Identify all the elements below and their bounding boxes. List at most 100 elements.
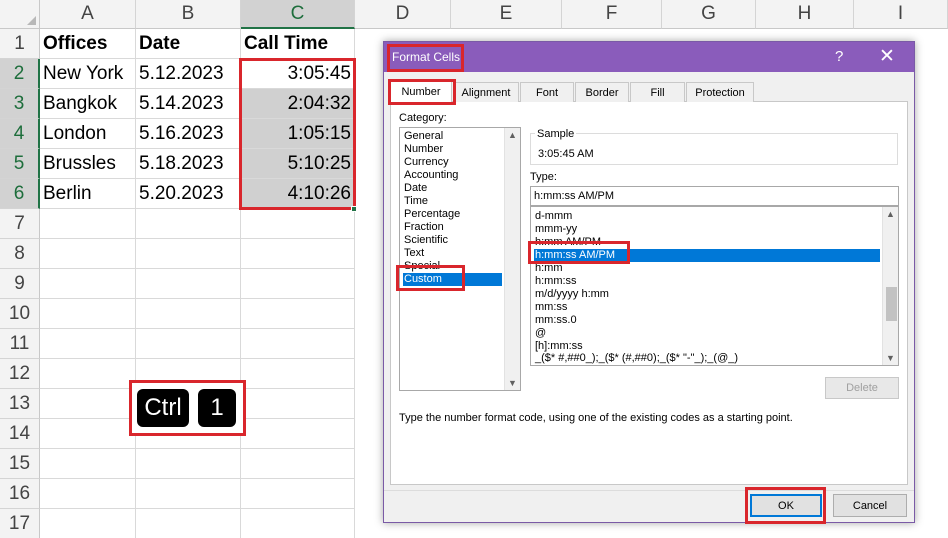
cell-c5[interactable]: 5:10:25	[241, 149, 355, 179]
cell-c6[interactable]: 4:10:26	[241, 179, 355, 209]
category-item-scientific[interactable]: Scientific	[403, 234, 449, 247]
cell-empty[interactable]	[241, 479, 355, 509]
cell-empty[interactable]	[241, 419, 355, 449]
row-header-9[interactable]: 9	[0, 269, 40, 299]
category-item-custom[interactable]: Custom	[403, 273, 502, 286]
cell-empty[interactable]	[40, 449, 136, 479]
select-all-corner[interactable]	[0, 0, 40, 29]
row-header-15[interactable]: 15	[0, 449, 40, 479]
cell-a3[interactable]: Bangkok	[40, 89, 136, 119]
cell-empty[interactable]	[241, 209, 355, 239]
cell-empty[interactable]	[136, 329, 241, 359]
type-item[interactable]: h:mm AM/PM	[534, 236, 602, 249]
cell-a2[interactable]: New York	[40, 59, 136, 89]
category-item-fraction[interactable]: Fraction	[403, 221, 445, 234]
row-header-8[interactable]: 8	[0, 239, 40, 269]
type-item[interactable]: mm:ss	[534, 301, 568, 314]
row-header-16[interactable]: 16	[0, 479, 40, 509]
cell-c3[interactable]: 2:04:32	[241, 89, 355, 119]
cell-empty[interactable]	[136, 269, 241, 299]
cell-b5[interactable]: 5.18.2023	[136, 149, 241, 179]
tab-number[interactable]: Number	[390, 80, 452, 103]
cell-c1[interactable]: Call Time	[241, 29, 355, 59]
row-header-12[interactable]: 12	[0, 359, 40, 389]
cell-empty[interactable]	[40, 389, 136, 419]
cell-empty[interactable]	[241, 239, 355, 269]
cell-empty[interactable]	[136, 479, 241, 509]
cell-empty[interactable]	[136, 299, 241, 329]
row-header-2[interactable]: 2	[0, 59, 40, 89]
column-header-b[interactable]: B	[136, 0, 241, 29]
tab-font[interactable]: Font	[520, 82, 574, 102]
cell-c2[interactable]: 3:05:45	[241, 59, 355, 89]
row-header-11[interactable]: 11	[0, 329, 40, 359]
type-item[interactable]: _($* #,##0_);_($* (#,##0);_($* "-"_);_(@…	[534, 352, 739, 365]
category-item-time[interactable]: Time	[403, 195, 429, 208]
row-header-3[interactable]: 3	[0, 89, 40, 119]
cell-empty[interactable]	[241, 329, 355, 359]
cell-b1[interactable]: Date	[136, 29, 241, 59]
type-item[interactable]: h:mm:ss	[534, 275, 578, 288]
scroll-thumb[interactable]	[886, 287, 897, 321]
column-header-h[interactable]: H	[756, 0, 854, 29]
column-header-e[interactable]: E	[451, 0, 562, 29]
dialog-titlebar[interactable]: Format Cells ? ✕	[384, 42, 914, 72]
cell-a6[interactable]: Berlin	[40, 179, 136, 209]
category-list[interactable]: General Number Currency Accounting Date …	[399, 127, 521, 391]
cell-empty[interactable]	[40, 269, 136, 299]
cell-empty[interactable]	[40, 359, 136, 389]
category-item-percentage[interactable]: Percentage	[403, 208, 461, 221]
cell-empty[interactable]	[40, 299, 136, 329]
tab-border[interactable]: Border	[575, 82, 629, 102]
cell-empty[interactable]	[136, 239, 241, 269]
cell-empty[interactable]	[40, 209, 136, 239]
scroll-down-arrow-icon[interactable]: ▼	[883, 351, 898, 365]
row-header-14[interactable]: 14	[0, 419, 40, 449]
cell-a1[interactable]: Offices	[40, 29, 136, 59]
close-icon[interactable]: ✕	[879, 45, 895, 68]
type-scrollbar[interactable]: ▲ ▼	[882, 207, 898, 365]
category-item-number[interactable]: Number	[403, 143, 444, 156]
tab-alignment[interactable]: Alignment	[453, 82, 519, 102]
type-input[interactable]: h:mm:ss AM/PM	[530, 186, 899, 206]
ok-button[interactable]: OK	[750, 494, 822, 517]
cell-empty[interactable]	[40, 329, 136, 359]
cell-empty[interactable]	[241, 299, 355, 329]
column-header-g[interactable]: G	[662, 0, 756, 29]
category-item-special[interactable]: Special	[403, 260, 441, 273]
cell-empty[interactable]	[241, 449, 355, 479]
scroll-up-arrow-icon[interactable]: ▲	[505, 128, 520, 142]
cell-a4[interactable]: London	[40, 119, 136, 149]
delete-button[interactable]: Delete	[825, 377, 899, 399]
cell-b2[interactable]: 5.12.2023	[136, 59, 241, 89]
column-header-c[interactable]: C	[241, 0, 355, 29]
category-scrollbar[interactable]: ▲ ▼	[504, 128, 520, 390]
cell-empty[interactable]	[241, 389, 355, 419]
row-header-17[interactable]: 17	[0, 509, 40, 538]
category-item-general[interactable]: General	[403, 130, 444, 143]
cell-empty[interactable]	[40, 479, 136, 509]
type-item[interactable]: m/d/yyyy h:mm	[534, 288, 610, 301]
category-item-currency[interactable]: Currency	[403, 156, 450, 169]
category-item-accounting[interactable]: Accounting	[403, 169, 459, 182]
tab-fill[interactable]: Fill	[630, 82, 685, 102]
cell-empty[interactable]	[241, 359, 355, 389]
row-header-4[interactable]: 4	[0, 119, 40, 149]
type-item[interactable]: h:mm	[534, 262, 564, 275]
column-header-f[interactable]: F	[562, 0, 662, 29]
cell-b3[interactable]: 5.14.2023	[136, 89, 241, 119]
cell-empty[interactable]	[241, 509, 355, 538]
type-item[interactable]: d-mmm	[534, 210, 573, 223]
type-item[interactable]: mmm-yy	[534, 223, 578, 236]
tab-protection[interactable]: Protection	[686, 82, 754, 102]
fill-handle[interactable]	[351, 206, 357, 212]
row-header-1[interactable]: 1	[0, 29, 40, 59]
row-header-7[interactable]: 7	[0, 209, 40, 239]
cell-c4[interactable]: 1:05:15	[241, 119, 355, 149]
cell-empty[interactable]	[40, 509, 136, 538]
cell-b6[interactable]: 5.20.2023	[136, 179, 241, 209]
scroll-up-arrow-icon[interactable]: ▲	[883, 207, 898, 221]
scroll-down-arrow-icon[interactable]: ▼	[505, 376, 520, 390]
type-item[interactable]: @	[534, 327, 547, 340]
format-type-list[interactable]: d-mmm mmm-yy h:mm AM/PM h:mm:ss AM/PM h:…	[530, 206, 899, 366]
